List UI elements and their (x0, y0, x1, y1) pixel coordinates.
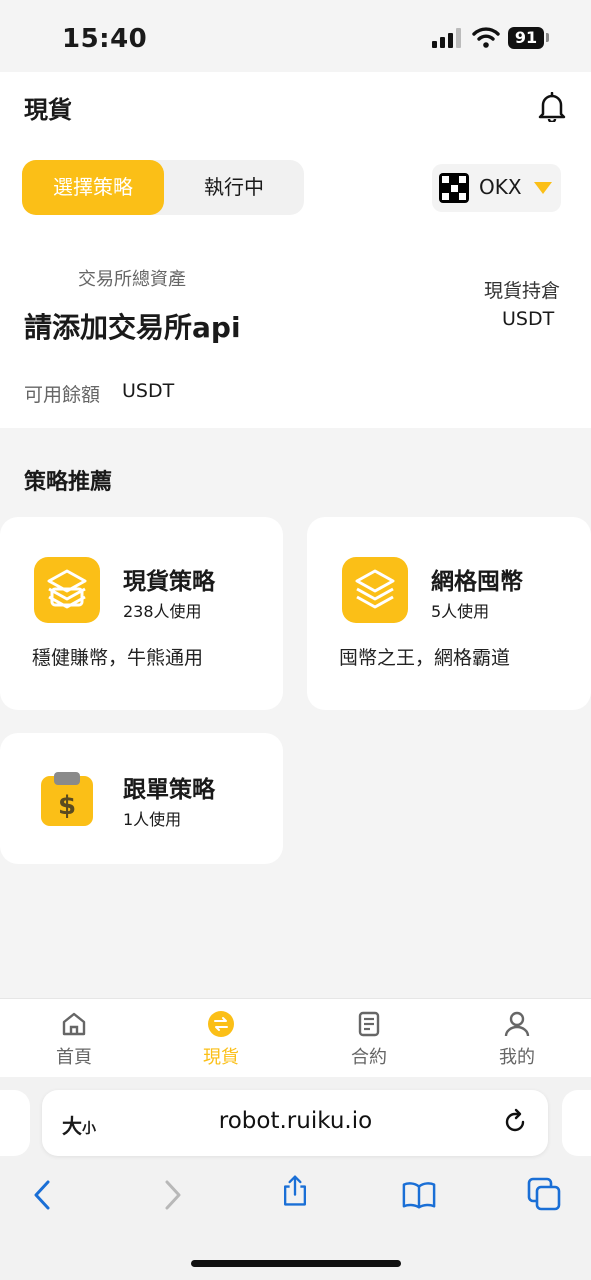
battery-cap (546, 33, 549, 42)
status-time: 15:40 (62, 24, 148, 54)
available-balance-label: 可用餘額 (24, 384, 101, 406)
exchange-label: OKX (479, 175, 522, 199)
reload-icon[interactable] (502, 1108, 528, 1136)
home-icon[interactable] (60, 1010, 88, 1038)
card-users: 1人使用 (123, 810, 182, 829)
stack-layers-icon (342, 557, 408, 623)
spot-holding-unit: USDT (502, 308, 555, 330)
swap-coin-icon[interactable] (207, 1010, 235, 1038)
page-title: 現貨 (24, 96, 72, 124)
wifi-icon (472, 27, 500, 48)
back-arrow-icon[interactable] (26, 1178, 60, 1212)
card-users: 238人使用 (123, 602, 202, 621)
tab-select-strategy[interactable]: 選擇策略 (22, 160, 164, 215)
battery-level: 91 (508, 27, 544, 49)
forward-arrow-icon[interactable] (155, 1178, 189, 1212)
section-title: 策略推薦 (24, 470, 113, 495)
card-description: 穩健賺幣，牛熊通用 (32, 647, 204, 669)
total-assets-label: 交易所總資產 (78, 269, 186, 290)
spot-holding-label: 現貨持倉 (484, 280, 561, 302)
tab-running[interactable]: 執行中 (164, 160, 304, 215)
card-users: 5人使用 (431, 602, 490, 621)
svg-text:$: $ (58, 791, 76, 821)
tabs-overview-icon[interactable] (527, 1177, 561, 1211)
card-description: 囤幣之王，網格霸道 (339, 647, 511, 669)
user-profile-icon[interactable] (503, 1010, 531, 1038)
contract-document-icon[interactable] (355, 1010, 383, 1038)
bookmarks-book-icon[interactable] (402, 1178, 436, 1212)
share-icon[interactable] (278, 1174, 312, 1208)
card-title: 跟單策略 (123, 777, 215, 803)
tab-home[interactable]: 首頁 (34, 1043, 114, 1069)
tab-spot[interactable]: 現貨 (181, 1043, 261, 1069)
available-balance-unit: USDT (122, 380, 175, 402)
add-exchange-api-prompt[interactable]: 請添加交易所api (24, 306, 241, 346)
tab-contract[interactable]: 合約 (329, 1043, 409, 1069)
cellular-signal-icon (432, 28, 461, 48)
bell-icon[interactable] (538, 92, 566, 122)
account-panel (0, 72, 591, 428)
card-title: 網格囤幣 (431, 569, 523, 595)
stack-layers-icon (34, 557, 100, 623)
dollar-clipboard-icon: $ (34, 768, 100, 834)
tab-mine[interactable]: 我的 (477, 1043, 557, 1069)
card-title: 現貨策略 (123, 569, 215, 595)
okx-logo-icon (439, 173, 469, 203)
home-indicator (191, 1260, 401, 1267)
caret-down-icon (534, 182, 552, 194)
